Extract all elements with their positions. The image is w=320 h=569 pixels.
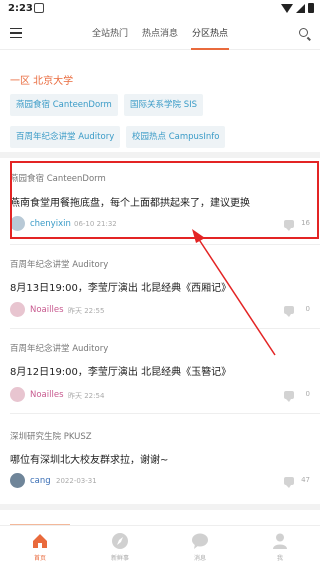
bottom-nav: 首页 新鲜事 消息 我 [0,525,320,569]
post-time: 2022-03-31 [56,477,97,485]
post-author[interactable]: cang [30,476,51,486]
post-board[interactable]: 深圳研究生院 PKUSZ [10,430,92,442]
post-author[interactable]: Noailles [30,390,64,400]
section-header[interactable]: 一区 北京大学 [10,72,73,87]
top-nav: 全站热门 热点消息 分区热点 [0,18,320,50]
chip-canteendorm[interactable]: 燕园食宿 CanteenDorm [10,94,118,116]
comment-icon [284,391,294,402]
search-icon[interactable] [299,28,308,37]
status-time: 2:23 [8,3,33,14]
avatar[interactable] [10,473,25,488]
post-time: 昨天 22:55 [68,307,105,315]
avatar[interactable] [10,302,25,317]
notification-icon [34,3,44,13]
avatar[interactable] [10,387,25,402]
section-divider [0,504,320,510]
comment-icon [284,306,294,317]
list-item[interactable]: 深圳研究生院 PKUSZ 哪位有深圳北大校友群求拉，谢谢~ cang 2022-… [0,418,320,500]
nav-messages[interactable]: 消息 [160,526,240,569]
compass-icon [112,533,128,549]
list-item[interactable]: 百周年纪念讲堂 Auditory 8月13日19:00，李莹厅演出 北昆经典《西… [0,250,320,330]
battery-icon [308,3,314,13]
post-author[interactable]: Noailles [30,305,64,315]
person-icon [273,533,287,549]
post-board[interactable]: 百周年纪念讲堂 Auditory [10,342,108,354]
system-icons [281,3,314,13]
post-title[interactable]: 8月13日19:00，李莹厅演出 北昆经典《西厢记》 [10,279,231,294]
status-bar: 2:23 [0,0,320,18]
nav-messages-label: 消息 [193,555,206,562]
post-title[interactable]: 8月12日19:00，李莹厅演出 北昆经典《玉簪记》 [10,363,231,378]
row-divider [10,328,320,329]
comment-count: 0 [305,390,310,398]
nav-discover-label: 新鲜事 [110,555,129,562]
nav-me-label: 我 [276,555,283,562]
highlight-box [10,161,319,239]
tab-bar: 全站热门 热点消息 分区热点 [85,18,235,50]
signal-icon [296,3,305,13]
nav-home[interactable]: 首页 [0,526,80,569]
row-divider [10,244,320,245]
comment-count: 47 [301,476,310,484]
nav-me[interactable]: 我 [240,526,320,569]
post-time: 昨天 22:54 [68,392,105,400]
tab-hot-news[interactable]: 热点消息 [135,18,185,50]
nav-discover[interactable]: 新鲜事 [80,526,160,569]
post-board[interactable]: 百周年纪念讲堂 Auditory [10,258,108,270]
chip-campusinfo[interactable]: 校园热点 CampusInfo [126,126,226,148]
tab-site-hot[interactable]: 全站热门 [85,18,135,50]
chip-sis[interactable]: 国际关系学院 SIS [124,94,204,116]
comment-icon [284,477,294,488]
comment-count: 0 [305,305,310,313]
tab-section-hot[interactable]: 分区热点 [185,18,235,50]
chip-auditory[interactable]: 百周年纪念讲堂 Auditory [10,126,121,148]
menu-icon[interactable] [10,28,22,38]
list-item[interactable]: 百周年纪念讲堂 Auditory 8月12日19:00，李莹厅演出 北昆经典《玉… [0,333,320,415]
chat-icon [192,533,208,549]
home-icon [33,534,47,548]
row-divider [10,413,320,414]
nav-home-label: 首页 [33,555,46,562]
post-title[interactable]: 哪位有深圳北大校友群求拉，谢谢~ [10,451,168,466]
wifi-icon [281,3,293,13]
